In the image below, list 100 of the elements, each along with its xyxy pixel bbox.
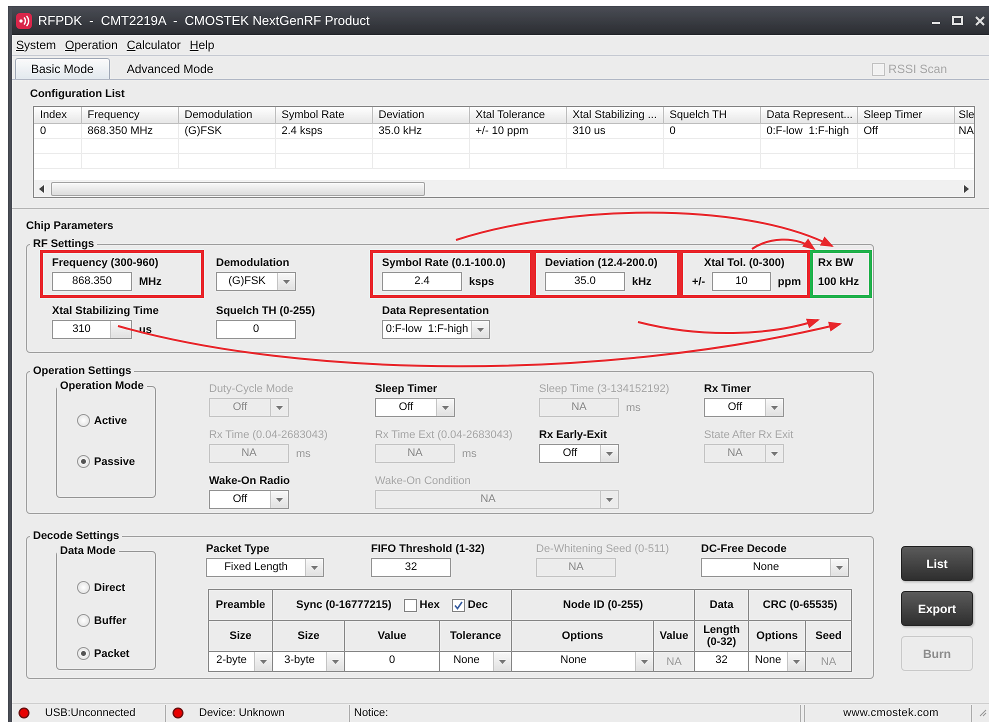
- radio-button[interactable]: [77, 614, 90, 627]
- dropdown[interactable]: Fixed Length: [206, 558, 324, 577]
- unit-label: ksps: [469, 276, 494, 288]
- tab[interactable]: Advanced Mode: [112, 59, 228, 79]
- column-header[interactable]: Demodulation: [178, 107, 275, 124]
- field-label: State After Rx Exit: [704, 429, 794, 441]
- input-field[interactable]: 2.4: [382, 272, 462, 291]
- scrollbar-thumb[interactable]: [51, 182, 425, 196]
- column-header[interactable]: Index: [34, 107, 81, 124]
- checkbox-label: RSSI Scan: [888, 62, 947, 76]
- combo-box[interactable]: 310: [52, 320, 132, 339]
- caret-icon: [442, 406, 449, 410]
- table-cell: +/- 10 ppm: [469, 124, 566, 138]
- dropdown[interactable]: None: [701, 558, 849, 577]
- radio-button[interactable]: [77, 647, 90, 660]
- dropdown[interactable]: (G)FSK: [216, 272, 296, 291]
- input-field[interactable]: 868.350: [52, 272, 132, 291]
- unit-label: ms: [626, 402, 641, 414]
- field-label: Duty-Cycle Mode: [209, 383, 294, 395]
- radio-button[interactable]: [77, 455, 90, 468]
- column-header[interactable]: Xtal Stabilizing ...: [566, 107, 663, 124]
- caret-icon: [311, 566, 318, 570]
- column-header[interactable]: Deviation: [372, 107, 469, 124]
- table-cell-text: NA: [665, 656, 683, 668]
- action-button[interactable]: List: [901, 546, 973, 581]
- close-icon: [975, 16, 985, 26]
- unit-label: MHz: [139, 276, 162, 288]
- unit-label: ms: [296, 448, 311, 460]
- field-label: FIFO Threshold (1-32): [371, 543, 486, 555]
- field-label: Demodulation: [216, 257, 290, 269]
- dropdown[interactable]: 0:F-low 1:F-high: [382, 320, 490, 339]
- menu-item[interactable]: Operation: [65, 38, 118, 52]
- dropdown[interactable]: Off: [375, 398, 455, 417]
- caret-icon: [836, 566, 843, 570]
- window-title: RFPDK - CMT2219A - CMOSTEK NextGenRF Product: [38, 13, 370, 28]
- table-cell-text: NA: [820, 656, 838, 668]
- checkbox[interactable]: [404, 598, 417, 612]
- input-field[interactable]: 32: [371, 558, 451, 577]
- field-label: Frequency (300-960): [52, 257, 160, 269]
- dropdown[interactable]: Off: [704, 398, 784, 417]
- table-cell: 310 us: [566, 124, 663, 138]
- group-title: Operation Mode: [59, 380, 145, 392]
- table-cell: 35.0 kHz: [372, 124, 469, 138]
- field-value: 100 kHz: [818, 276, 859, 288]
- table-cell: NA: [954, 124, 974, 138]
- input-field[interactable]: 35.0: [545, 272, 625, 291]
- radio-label: Direct: [94, 582, 126, 594]
- menu-item[interactable]: Help: [190, 38, 214, 52]
- column-header[interactable]: Frequency: [81, 107, 178, 124]
- group-title: RF Settings: [32, 238, 96, 250]
- radio-button[interactable]: [77, 414, 90, 427]
- field-label: DC-Free Decode: [701, 543, 788, 555]
- radio-label: Active: [94, 414, 128, 426]
- column-header[interactable]: Xtal Tolerance: [469, 107, 566, 124]
- field-label: Xtal Stabilizing Time: [52, 305, 160, 317]
- field-label: Deviation (12.4-200.0): [545, 257, 658, 269]
- field-label: Rx BW: [818, 257, 854, 269]
- action-button[interactable]: Export: [901, 591, 973, 626]
- column-header[interactable]: Squelch TH: [663, 107, 760, 124]
- caret-icon: [606, 452, 613, 456]
- unit-label: kHz: [632, 276, 652, 288]
- radio-label: Buffer: [94, 614, 126, 626]
- caret-icon: [276, 406, 283, 410]
- status-text: Notice:: [354, 707, 388, 719]
- field-label: Rx Early-Exit: [539, 429, 608, 441]
- column-header[interactable]: Data Represent...: [760, 107, 857, 124]
- field-label: Wake-On Radio: [209, 475, 291, 487]
- website-link[interactable]: www.cmostek.com: [843, 707, 939, 719]
- caret-icon: [283, 280, 290, 284]
- column-header: Data: [710, 599, 734, 611]
- menu-item[interactable]: System: [16, 38, 56, 52]
- field-label: Sleep Time (3-134152192): [539, 383, 670, 395]
- group-title: Data Mode: [59, 545, 117, 557]
- column-header[interactable]: Symbol Rate: [275, 107, 372, 124]
- table-cell: 2.4 ksps: [275, 124, 372, 138]
- status-text: USB:Unconnected: [45, 707, 136, 719]
- tab[interactable]: Basic Mode: [15, 58, 110, 79]
- radio-button[interactable]: [77, 581, 90, 594]
- caret-icon: [276, 498, 283, 502]
- caret-icon: [771, 452, 778, 456]
- field-label: Rx Time Ext (0.04-2683043): [375, 429, 514, 441]
- table-cell: 0: [34, 124, 81, 138]
- field-label: Packet Type: [206, 543, 270, 555]
- section-title: Chip Parameters: [26, 220, 114, 232]
- menu-item[interactable]: Calculator: [126, 38, 181, 52]
- dropdown[interactable]: Off: [209, 490, 289, 509]
- column-header: Sync (0-16777215): [296, 599, 392, 611]
- unit-label: ppm: [778, 276, 801, 288]
- horizontal-scrollbar[interactable]: [34, 180, 974, 197]
- checkbox[interactable]: [452, 598, 465, 612]
- input-field[interactable]: 0: [216, 320, 296, 339]
- dropdown[interactable]: Off: [539, 444, 619, 463]
- field-prefix: +/-: [692, 276, 706, 288]
- column-header[interactable]: Sleep Timer: [857, 107, 954, 124]
- column-header[interactable]: Sle: [954, 107, 974, 124]
- caret-icon: [260, 660, 267, 664]
- input-field[interactable]: 10: [712, 272, 771, 291]
- table-cell: (G)FSK: [178, 124, 275, 138]
- caret-icon: [332, 660, 339, 664]
- caret-icon: [793, 660, 800, 664]
